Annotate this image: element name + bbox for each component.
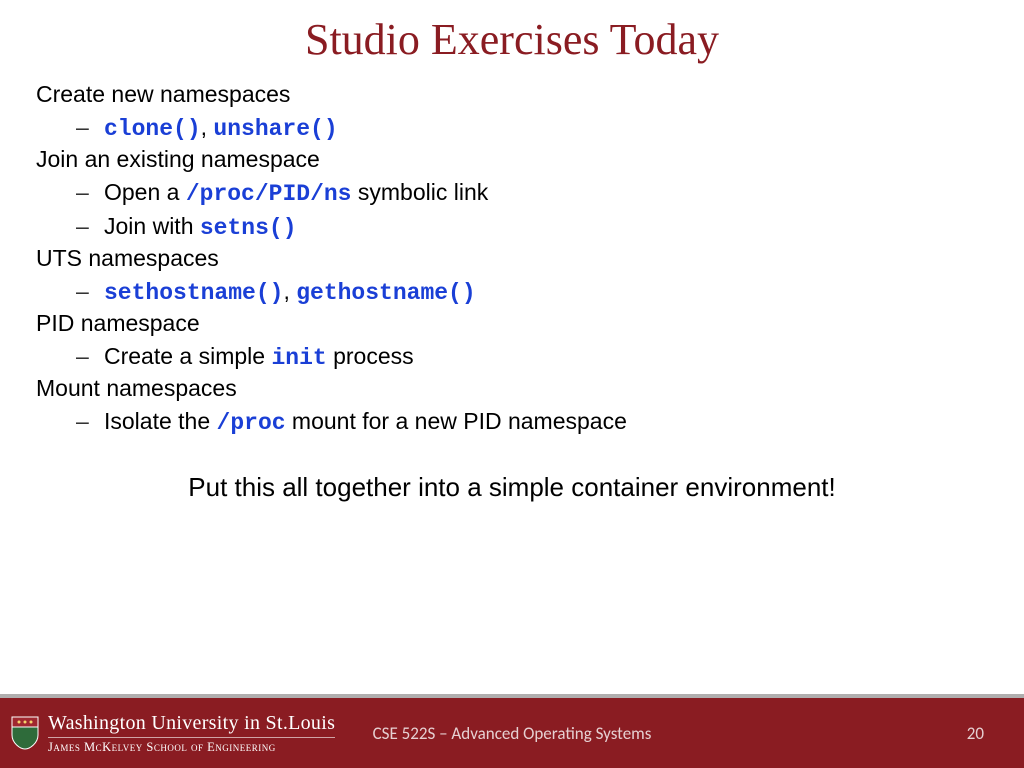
sub-open-proc: Open a /proc/PID/ns symbolic link <box>104 179 988 207</box>
code-clone: clone() <box>104 116 201 142</box>
logo-text: Washington University in St.Louis James … <box>48 713 335 754</box>
slide-title: Studio Exercises Today <box>0 0 1024 65</box>
footer-bar: Washington University in St.Louis James … <box>0 694 1024 768</box>
sep: , <box>201 114 214 140</box>
code-gethostname: gethostname() <box>296 280 475 306</box>
code-setns: setns() <box>200 215 297 241</box>
logo-divider <box>48 737 335 738</box>
sub-join-setns: Join with setns() <box>104 213 988 241</box>
topic-mount-ns: Mount namespaces <box>36 375 988 402</box>
code-proc-pid-ns: /proc/PID/ns <box>186 181 352 207</box>
sub-isolate-proc: Isolate the /proc mount for a new PID na… <box>104 408 988 436</box>
text: symbolic link <box>351 179 488 205</box>
text: mount for a new PID namespace <box>286 408 627 434</box>
code-init: init <box>271 345 326 371</box>
text: Open a <box>104 179 186 205</box>
shield-icon <box>10 715 40 751</box>
code-unshare: unshare() <box>213 116 337 142</box>
code-sethostname: sethostname() <box>104 280 283 306</box>
topic-pid-ns: PID namespace <box>36 310 988 337</box>
slide: Studio Exercises Today Create new namesp… <box>0 0 1024 768</box>
text: process <box>327 343 414 369</box>
code-proc: /proc <box>217 410 286 436</box>
slide-content: Create new namespaces clone(), unshare()… <box>0 65 1024 503</box>
footer-page: 20 <box>967 723 984 744</box>
sub-clone-unshare: clone(), unshare() <box>104 114 988 142</box>
logo-sub: James McKelvey School of Engineering <box>48 741 335 754</box>
sub-hostname: sethostname(), gethostname() <box>104 278 988 306</box>
topic-create-ns: Create new namespaces <box>36 81 988 108</box>
footer-logo: Washington University in St.Louis James … <box>0 713 335 754</box>
logo-main: Washington University in St.Louis <box>48 713 335 733</box>
text: Isolate the <box>104 408 217 434</box>
topic-uts-ns: UTS namespaces <box>36 245 988 272</box>
text: Join with <box>104 213 200 239</box>
topic-join-ns: Join an existing namespace <box>36 146 988 173</box>
sep: , <box>283 278 296 304</box>
sub-init: Create a simple init process <box>104 343 988 371</box>
summary-line: Put this all together into a simple cont… <box>36 472 988 503</box>
text: Create a simple <box>104 343 271 369</box>
